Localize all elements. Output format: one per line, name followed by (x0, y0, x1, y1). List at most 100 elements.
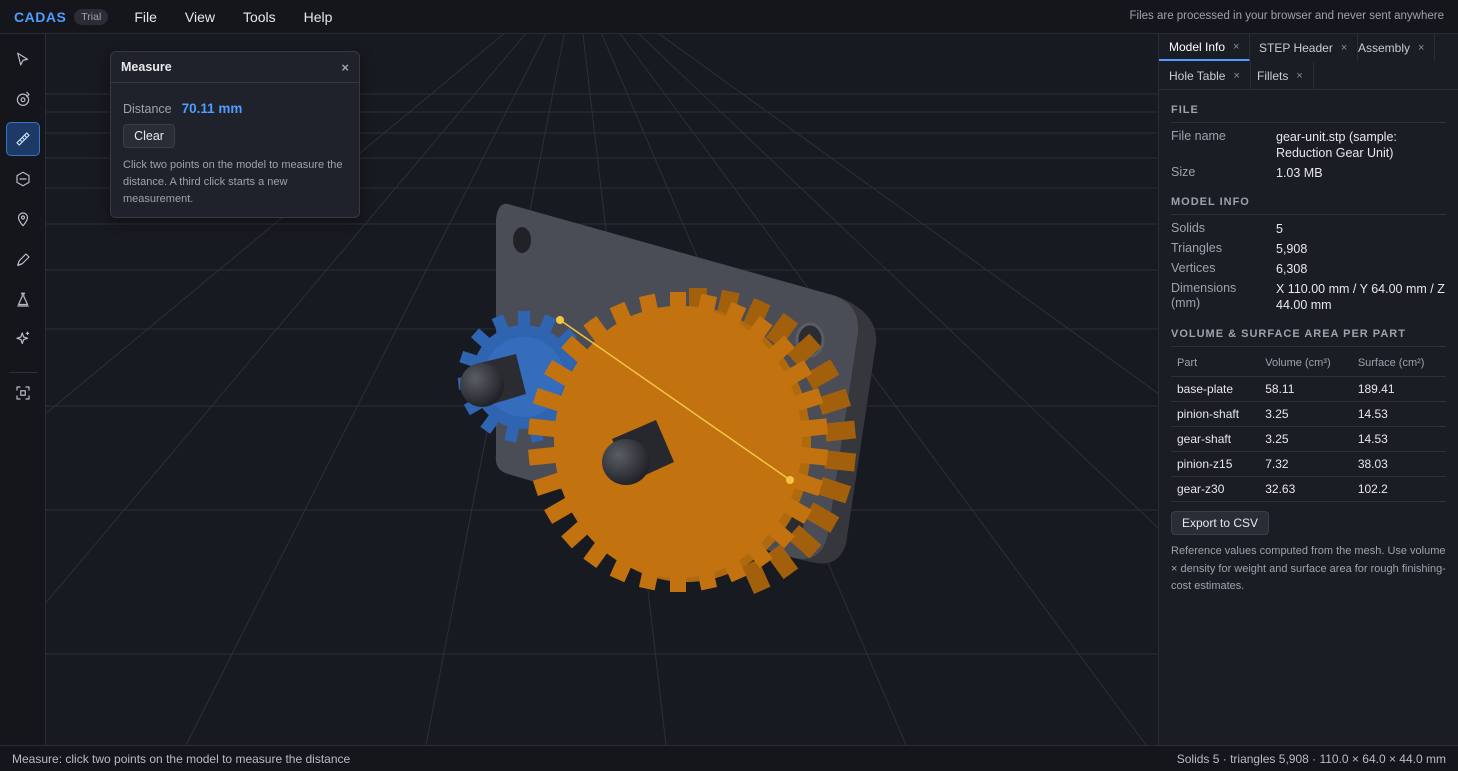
tab-label: Hole Table (1169, 68, 1226, 83)
table-row[interactable]: gear-z30 32.63 102.2 (1171, 476, 1446, 502)
col-volume: Volume (cm³) (1259, 351, 1352, 377)
pencil-icon (17, 253, 30, 266)
panel-tabs: Model Info × STEP Header × Assembly × Hole … (1159, 34, 1458, 90)
distance-label: Distance (123, 102, 172, 116)
markup-tool-button[interactable] (6, 243, 40, 277)
privacy-note: Files are processed in your browser and … (1129, 10, 1445, 22)
volume-surface-table: Part Volume (cm³) Surface (cm²) base-pla… (1171, 351, 1446, 502)
tab-label: STEP Header (1259, 40, 1333, 55)
frame-focus-icon (16, 386, 30, 400)
close-icon[interactable]: × (1341, 42, 1347, 54)
vertices-row: Vertices 6,308 (1171, 261, 1446, 279)
tab-model-info[interactable]: Model Info × (1159, 34, 1251, 61)
menu-bar: File View Tools Help (134, 9, 360, 25)
close-icon[interactable]: × (341, 60, 349, 75)
status-bar: Measure: click two points on the model t… (0, 745, 1458, 771)
file-section-heading: FILE (1171, 104, 1446, 123)
dimensions-value: X 110.00 mm / Y 64.00 mm / Z 44.00 mm (1276, 282, 1445, 312)
solids-row: Solids 5 (1171, 221, 1446, 239)
measure-help-text: Click two points on the model to measure… (123, 159, 343, 205)
size-value: 1.03 MB (1276, 166, 1323, 180)
col-part: Part (1171, 351, 1260, 377)
size-label: Size (1171, 165, 1196, 179)
menu-file[interactable]: File (134, 9, 157, 25)
surface-cell: 14.53 (1351, 426, 1446, 452)
solids-label: Solids (1171, 221, 1206, 235)
status-message: Measure: click two points on the model t… (12, 752, 351, 766)
orbit-icon (16, 91, 30, 106)
top-bar: CADAS Trial File View Tools Help Files a… (0, 0, 1458, 34)
surface-cell: 38.03 (1351, 451, 1446, 477)
dimensions-label: Dimensions (mm) (1171, 281, 1237, 310)
volume-cell: 58.11 (1259, 376, 1352, 402)
menu-view[interactable]: View (185, 9, 215, 25)
close-icon[interactable]: × (1296, 70, 1302, 82)
col-surface: Surface (cm²) (1351, 351, 1446, 377)
tab-fillets[interactable]: Fillets × (1247, 62, 1314, 89)
select-tool-button[interactable] (6, 43, 40, 77)
close-icon[interactable]: × (1418, 42, 1424, 54)
reference-note: Reference values computed from the mesh.… (1171, 545, 1446, 592)
part-cell: base-plate (1171, 376, 1260, 402)
close-icon[interactable]: × (1233, 70, 1239, 82)
trial-badge: Trial (74, 8, 109, 25)
volume-section-heading: VOLUME & SURFACE AREA PER PART (1171, 328, 1446, 347)
triangles-value: 5,908 (1276, 242, 1308, 256)
left-toolbar (0, 34, 46, 745)
right-panel: Model Info × STEP Header × Assembly × Hole … (1158, 34, 1458, 745)
surface-cell: 102.2 (1351, 476, 1446, 502)
vertices-value: 6,308 (1276, 262, 1308, 276)
measure-tool-button[interactable] (6, 122, 40, 156)
fit-view-tool-button[interactable] (6, 376, 40, 410)
file-name-row: File name gear-unit.stp (sample: Reducti… (1171, 129, 1446, 163)
draft-analysis-tool-button[interactable] (6, 283, 40, 317)
file-name-label: File name (1171, 129, 1226, 143)
map-pin-icon (17, 212, 29, 227)
part-cell: pinion-z15 (1171, 451, 1260, 477)
tab-assembly[interactable]: Assembly × (1348, 34, 1436, 61)
tab-hole-table[interactable]: Hole Table × (1159, 62, 1251, 89)
triangles-row: Triangles 5,908 (1171, 241, 1446, 259)
ai-tool-button[interactable] (6, 322, 40, 356)
table-row[interactable]: base-plate 58.11 189.41 (1171, 376, 1446, 402)
menu-help[interactable]: Help (304, 9, 333, 25)
volume-cell: 3.25 (1259, 426, 1352, 452)
flask-icon (17, 292, 29, 307)
part-cell: gear-shaft (1171, 426, 1260, 452)
status-model-summary: Solids 5 · triangles 5,908 · 110.0 × 64.… (1176, 752, 1446, 766)
tab-label: Model Info (1169, 39, 1226, 54)
annotate-tool-button[interactable] (6, 202, 40, 236)
measure-panel-header: Measure × (111, 52, 359, 83)
orbit-tool-button[interactable] (6, 82, 40, 116)
section-tool-button[interactable] (6, 162, 40, 196)
part-cell: pinion-shaft (1171, 401, 1260, 427)
table-header-row: Part Volume (cm³) Surface (cm²) (1171, 351, 1446, 377)
tab-label: Assembly (1358, 40, 1411, 55)
menu-tools[interactable]: Tools (243, 9, 276, 25)
export-csv-button[interactable]: Export to CSV (1171, 511, 1269, 535)
table-row[interactable]: gear-shaft 3.25 14.53 (1171, 426, 1446, 452)
volume-cell: 7.32 (1259, 451, 1352, 477)
measure-point-a[interactable] (556, 316, 564, 324)
volume-cell: 3.25 (1259, 401, 1352, 427)
clear-button[interactable]: Clear (123, 124, 175, 148)
triangles-label: Triangles (1171, 241, 1222, 255)
solids-value: 5 (1276, 222, 1283, 236)
model-info-section-heading: MODEL INFO (1171, 196, 1446, 215)
surface-cell: 189.41 (1351, 376, 1446, 402)
close-icon[interactable]: × (1233, 41, 1239, 53)
measure-point-b[interactable] (786, 476, 794, 484)
surface-cell: 14.53 (1351, 401, 1446, 427)
table-row[interactable]: pinion-shaft 3.25 14.53 (1171, 401, 1446, 427)
ruler-icon (16, 132, 30, 146)
vertices-label: Vertices (1171, 261, 1216, 275)
cursor-arrow-icon (17, 52, 29, 66)
toolbar-divider (9, 372, 37, 373)
size-row: Size 1.03 MB (1171, 165, 1446, 183)
sparkle-icon (16, 331, 30, 345)
dimensions-row: Dimensions (mm) X 110.00 mm / Y 64.00 mm… (1171, 281, 1446, 315)
file-name-value: gear-unit.stp (sample: Reduction Gear Un… (1276, 130, 1397, 160)
volume-cell: 32.63 (1259, 476, 1352, 502)
table-row[interactable]: pinion-z15 7.32 38.03 (1171, 451, 1446, 477)
tab-step-header[interactable]: STEP Header × (1249, 34, 1359, 61)
